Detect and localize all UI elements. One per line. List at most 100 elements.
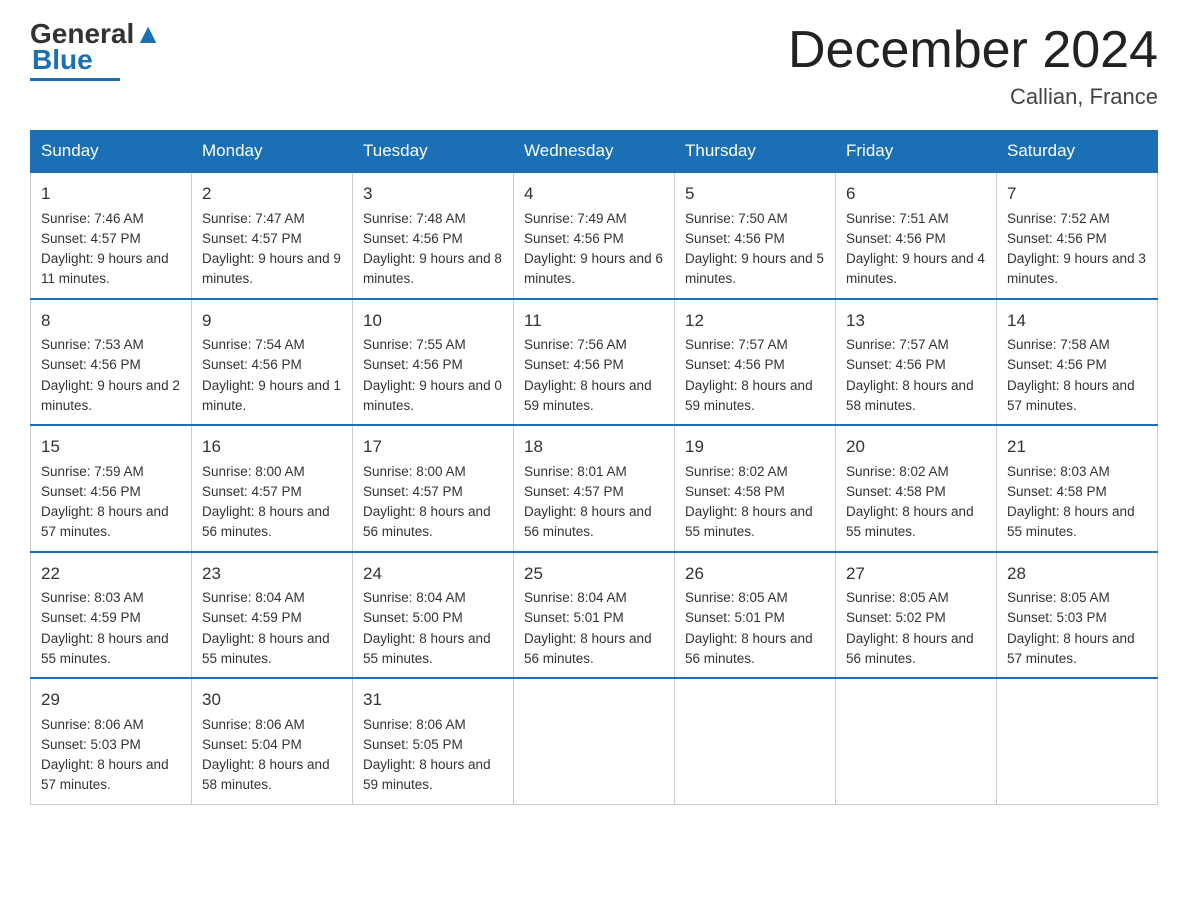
day-number: 22	[41, 561, 181, 587]
sunrise-label: Sunrise: 7:54 AM	[202, 337, 305, 352]
sunset-label: Sunset: 4:56 PM	[846, 231, 946, 246]
sunset-label: Sunset: 4:57 PM	[363, 484, 463, 499]
sunset-label: Sunset: 4:56 PM	[1007, 231, 1107, 246]
logo-blue-text: Blue	[32, 44, 93, 76]
day-number: 17	[363, 434, 503, 460]
day-number: 25	[524, 561, 664, 587]
day-number: 9	[202, 308, 342, 334]
daylight-label: Daylight: 9 hours and 5 minutes.	[685, 251, 824, 286]
daylight-label: Daylight: 9 hours and 8 minutes.	[363, 251, 502, 286]
day-number: 15	[41, 434, 181, 460]
sunrise-label: Sunrise: 8:02 AM	[846, 464, 949, 479]
sunrise-label: Sunrise: 8:04 AM	[202, 590, 305, 605]
calendar-cell: 12 Sunrise: 7:57 AM Sunset: 4:56 PM Dayl…	[675, 299, 836, 426]
calendar-cell: 20 Sunrise: 8:02 AM Sunset: 4:58 PM Dayl…	[836, 425, 997, 552]
col-friday: Friday	[836, 131, 997, 173]
day-number: 31	[363, 687, 503, 713]
sunset-label: Sunset: 5:04 PM	[202, 737, 302, 752]
sunset-label: Sunset: 4:56 PM	[846, 357, 946, 372]
sunrise-label: Sunrise: 8:05 AM	[1007, 590, 1110, 605]
sunrise-label: Sunrise: 7:50 AM	[685, 211, 788, 226]
day-number: 1	[41, 181, 181, 207]
daylight-label: Daylight: 8 hours and 56 minutes.	[363, 504, 491, 539]
sunrise-label: Sunrise: 8:03 AM	[41, 590, 144, 605]
calendar-cell: 27 Sunrise: 8:05 AM Sunset: 5:02 PM Dayl…	[836, 552, 997, 679]
daylight-label: Daylight: 9 hours and 9 minutes.	[202, 251, 341, 286]
col-sunday: Sunday	[31, 131, 192, 173]
day-number: 6	[846, 181, 986, 207]
daylight-label: Daylight: 9 hours and 1 minute.	[202, 378, 341, 413]
col-monday: Monday	[192, 131, 353, 173]
calendar-cell: 4 Sunrise: 7:49 AM Sunset: 4:56 PM Dayli…	[514, 172, 675, 299]
sunset-label: Sunset: 4:56 PM	[524, 357, 624, 372]
sunrise-label: Sunrise: 7:57 AM	[846, 337, 949, 352]
sunset-label: Sunset: 4:58 PM	[685, 484, 785, 499]
sunset-label: Sunset: 5:02 PM	[846, 610, 946, 625]
calendar-cell: 24 Sunrise: 8:04 AM Sunset: 5:00 PM Dayl…	[353, 552, 514, 679]
title-section: December 2024 Callian, France	[788, 20, 1158, 110]
day-number: 8	[41, 308, 181, 334]
calendar-cell: 16 Sunrise: 8:00 AM Sunset: 4:57 PM Dayl…	[192, 425, 353, 552]
logo-underline	[30, 78, 120, 81]
sunset-label: Sunset: 4:56 PM	[41, 484, 141, 499]
sunrise-label: Sunrise: 8:05 AM	[685, 590, 788, 605]
day-number: 12	[685, 308, 825, 334]
daylight-label: Daylight: 8 hours and 56 minutes.	[685, 631, 813, 666]
calendar-cell	[997, 678, 1158, 804]
sunset-label: Sunset: 4:56 PM	[524, 231, 624, 246]
calendar-table: Sunday Monday Tuesday Wednesday Thursday…	[30, 130, 1158, 805]
sunrise-label: Sunrise: 7:59 AM	[41, 464, 144, 479]
sunset-label: Sunset: 4:58 PM	[846, 484, 946, 499]
sunset-label: Sunset: 4:56 PM	[41, 357, 141, 372]
sunset-label: Sunset: 5:03 PM	[41, 737, 141, 752]
daylight-label: Daylight: 8 hours and 57 minutes.	[1007, 378, 1135, 413]
day-number: 2	[202, 181, 342, 207]
calendar-week-5: 29 Sunrise: 8:06 AM Sunset: 5:03 PM Dayl…	[31, 678, 1158, 804]
sunrise-label: Sunrise: 8:05 AM	[846, 590, 949, 605]
calendar-cell: 9 Sunrise: 7:54 AM Sunset: 4:56 PM Dayli…	[192, 299, 353, 426]
sunset-label: Sunset: 4:57 PM	[202, 231, 302, 246]
day-number: 13	[846, 308, 986, 334]
calendar-cell: 1 Sunrise: 7:46 AM Sunset: 4:57 PM Dayli…	[31, 172, 192, 299]
daylight-label: Daylight: 9 hours and 4 minutes.	[846, 251, 985, 286]
day-number: 26	[685, 561, 825, 587]
location: Callian, France	[788, 84, 1158, 110]
day-number: 19	[685, 434, 825, 460]
calendar-cell: 31 Sunrise: 8:06 AM Sunset: 5:05 PM Dayl…	[353, 678, 514, 804]
calendar-cell: 14 Sunrise: 7:58 AM Sunset: 4:56 PM Dayl…	[997, 299, 1158, 426]
calendar-cell: 10 Sunrise: 7:55 AM Sunset: 4:56 PM Dayl…	[353, 299, 514, 426]
daylight-label: Daylight: 8 hours and 57 minutes.	[1007, 631, 1135, 666]
calendar-cell	[514, 678, 675, 804]
calendar-cell: 30 Sunrise: 8:06 AM Sunset: 5:04 PM Dayl…	[192, 678, 353, 804]
day-number: 27	[846, 561, 986, 587]
daylight-label: Daylight: 8 hours and 55 minutes.	[363, 631, 491, 666]
day-number: 18	[524, 434, 664, 460]
col-saturday: Saturday	[997, 131, 1158, 173]
calendar-week-2: 8 Sunrise: 7:53 AM Sunset: 4:56 PM Dayli…	[31, 299, 1158, 426]
day-number: 28	[1007, 561, 1147, 587]
sunrise-label: Sunrise: 8:00 AM	[363, 464, 466, 479]
day-number: 5	[685, 181, 825, 207]
sunrise-label: Sunrise: 7:57 AM	[685, 337, 788, 352]
sunrise-label: Sunrise: 8:00 AM	[202, 464, 305, 479]
sunset-label: Sunset: 4:57 PM	[202, 484, 302, 499]
sunrise-label: Sunrise: 8:04 AM	[363, 590, 466, 605]
calendar-cell: 26 Sunrise: 8:05 AM Sunset: 5:01 PM Dayl…	[675, 552, 836, 679]
daylight-label: Daylight: 8 hours and 56 minutes.	[524, 631, 652, 666]
calendar-cell: 28 Sunrise: 8:05 AM Sunset: 5:03 PM Dayl…	[997, 552, 1158, 679]
sunset-label: Sunset: 4:56 PM	[685, 231, 785, 246]
daylight-label: Daylight: 9 hours and 0 minutes.	[363, 378, 502, 413]
sunrise-label: Sunrise: 8:04 AM	[524, 590, 627, 605]
calendar-cell: 19 Sunrise: 8:02 AM Sunset: 4:58 PM Dayl…	[675, 425, 836, 552]
daylight-label: Daylight: 9 hours and 2 minutes.	[41, 378, 180, 413]
daylight-label: Daylight: 8 hours and 58 minutes.	[202, 757, 330, 792]
sunrise-label: Sunrise: 8:01 AM	[524, 464, 627, 479]
sunset-label: Sunset: 5:01 PM	[524, 610, 624, 625]
daylight-label: Daylight: 8 hours and 55 minutes.	[202, 631, 330, 666]
col-tuesday: Tuesday	[353, 131, 514, 173]
col-wednesday: Wednesday	[514, 131, 675, 173]
calendar-cell: 13 Sunrise: 7:57 AM Sunset: 4:56 PM Dayl…	[836, 299, 997, 426]
calendar-cell	[836, 678, 997, 804]
daylight-label: Daylight: 8 hours and 55 minutes.	[846, 504, 974, 539]
calendar-cell: 5 Sunrise: 7:50 AM Sunset: 4:56 PM Dayli…	[675, 172, 836, 299]
